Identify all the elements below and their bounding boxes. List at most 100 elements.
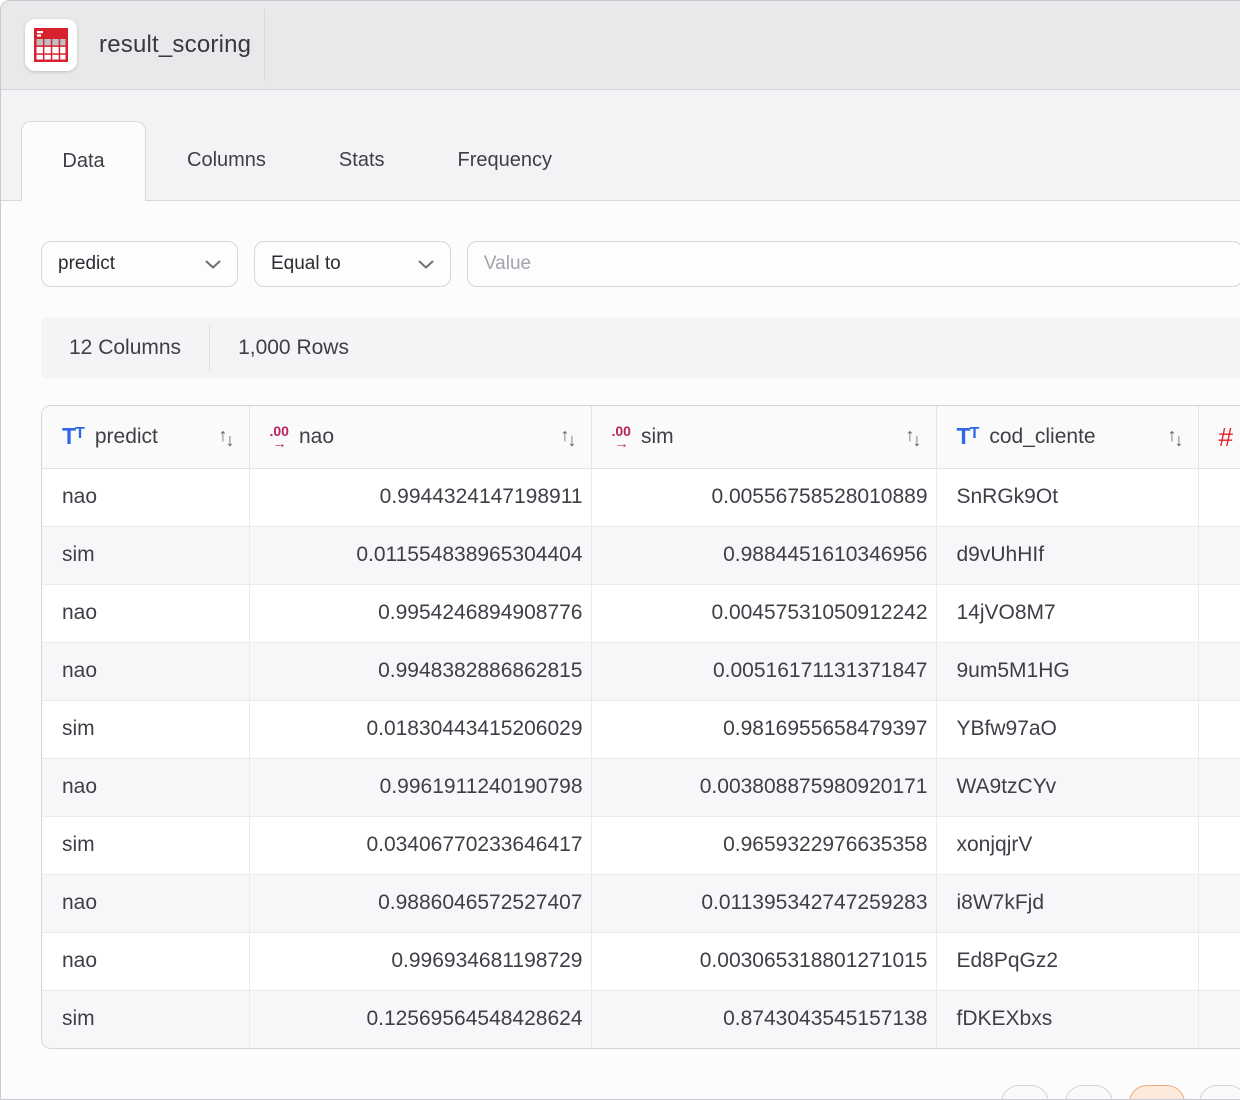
- table-row: sim0.0115548389653044040.988445161034695…: [42, 526, 1240, 584]
- table-cell: 0.8743043545157138: [591, 990, 936, 1048]
- column-header-label: sim: [641, 425, 674, 449]
- app-window: result_scoring Data Columns Stats Freque…: [0, 0, 1240, 1100]
- table-body: nao0.99443241471989110.00556758528010889…: [42, 468, 1240, 1048]
- column-header-nao[interactable]: .00→ nao ↑↓: [249, 406, 591, 468]
- table-cell: nao: [42, 584, 249, 642]
- table-cell: 0.003808875980920171: [591, 758, 936, 816]
- pagination-button[interactable]: [1001, 1085, 1049, 1100]
- table-cell: nao: [42, 468, 249, 526]
- table-row: nao0.99443241471989110.00556758528010889…: [42, 468, 1240, 526]
- table-cell-clipped: [1198, 990, 1240, 1048]
- column-header-predict[interactable]: TT predict ↑↓: [42, 406, 249, 468]
- sort-icon[interactable]: ↑↓: [561, 428, 577, 446]
- table-cell: nao: [42, 642, 249, 700]
- column-header-cod-cliente[interactable]: TT cod_cliente ↑↓: [936, 406, 1198, 468]
- filter-operator-select[interactable]: Equal to: [254, 241, 451, 287]
- table-cell: xonjqjrV: [936, 816, 1198, 874]
- table-cell: sim: [42, 700, 249, 758]
- page-title: result_scoring: [99, 31, 251, 59]
- decimal-type-icon: .00→: [612, 424, 631, 450]
- table-cell: YBfw97aO: [936, 700, 1198, 758]
- column-header-sim[interactable]: .00→ sim ↑↓: [591, 406, 936, 468]
- table-cell: 0.9884451610346956: [591, 526, 936, 584]
- table-cell: sim: [42, 526, 249, 584]
- table-cell: 9um5M1HG: [936, 642, 1198, 700]
- table-cell: WA9tzCYv: [936, 758, 1198, 816]
- table-cell: 0.9659322976635358: [591, 816, 936, 874]
- sort-icon[interactable]: ↑↓: [1168, 428, 1184, 446]
- sort-icon[interactable]: ↑↓: [219, 428, 235, 446]
- table-cell: d9vUhHIf: [936, 526, 1198, 584]
- table-cell: 0.011554838965304404: [249, 526, 591, 584]
- pagination-button-active[interactable]: [1129, 1085, 1185, 1100]
- table-row: nao0.9969346811987290.003065318801271015…: [42, 932, 1240, 990]
- table-header: TT predict ↑↓ .00→ nao ↑↓: [42, 406, 1240, 468]
- table-cell-clipped: [1198, 758, 1240, 816]
- table-row: nao0.98860465725274070.01139534274725928…: [42, 874, 1240, 932]
- row-count: 1,000 Rows: [210, 336, 377, 360]
- decimal-type-icon: .00→: [270, 424, 289, 450]
- titlebar: result_scoring: [1, 1, 1240, 90]
- table-cell-clipped: [1198, 700, 1240, 758]
- hash-icon: #: [1219, 424, 1233, 450]
- column-header-label: nao: [299, 425, 334, 449]
- table-cell: 0.9961911240190798: [249, 758, 591, 816]
- table-cell: 0.03406770233646417: [249, 816, 591, 874]
- table-cell: 0.9886046572527407: [249, 874, 591, 932]
- tab-columns[interactable]: Columns: [187, 120, 266, 200]
- filter-operator-value: Equal to: [271, 253, 341, 275]
- table-cell: 0.12569564548428624: [249, 990, 591, 1048]
- table-cell-clipped: [1198, 526, 1240, 584]
- table-cell: 0.01830443415206029: [249, 700, 591, 758]
- sort-icon[interactable]: ↑↓: [906, 428, 922, 446]
- table-cell: nao: [42, 874, 249, 932]
- table-cell: i8W7kFjd: [936, 874, 1198, 932]
- table-cell: Ed8PqGz2: [936, 932, 1198, 990]
- table-cell: 0.00516171131371847: [591, 642, 936, 700]
- summary-bar: 12 Columns 1,000 Rows: [41, 317, 1240, 379]
- table-cell: 0.003065318801271015: [591, 932, 936, 990]
- tab-bar: Data Columns Stats Frequency: [1, 90, 1240, 201]
- table-row: sim0.034067702336464170.9659322976635358…: [42, 816, 1240, 874]
- tab-frequency[interactable]: Frequency: [458, 120, 553, 200]
- pagination-button[interactable]: [1065, 1085, 1113, 1100]
- chevron-down-icon: [205, 260, 221, 269]
- table-cell: 0.9948382886862815: [249, 642, 591, 700]
- pagination-button[interactable]: [1199, 1085, 1240, 1100]
- table-cell: 0.9954246894908776: [249, 584, 591, 642]
- table-cell: 0.00457531050912242: [591, 584, 936, 642]
- table-cell: 14jVO8M7: [936, 584, 1198, 642]
- table-cell: 0.00556758528010889: [591, 468, 936, 526]
- chevron-down-icon: [418, 260, 434, 269]
- table-cell: 0.996934681198729: [249, 932, 591, 990]
- data-table: TT predict ↑↓ .00→ nao ↑↓: [41, 405, 1240, 1049]
- column-header-clipped[interactable]: #: [1198, 406, 1240, 468]
- table-cell-clipped: [1198, 642, 1240, 700]
- table-cell-clipped: [1198, 584, 1240, 642]
- table-cell: sim: [42, 990, 249, 1048]
- tab-frequency-label: Frequency: [458, 149, 553, 172]
- column-count: 12 Columns: [41, 336, 209, 360]
- table-cell: 0.011395342747259283: [591, 874, 936, 932]
- table-row: nao0.99483828868628150.00516171131371847…: [42, 642, 1240, 700]
- table-cell: SnRGk9Ot: [936, 468, 1198, 526]
- filter-row: predict Equal to: [41, 241, 1240, 287]
- tab-columns-label: Columns: [187, 149, 266, 172]
- tab-stats-label: Stats: [339, 149, 385, 172]
- table-grid-icon: [34, 28, 68, 62]
- table-cell: 0.9944324147198911: [249, 468, 591, 526]
- tab-data[interactable]: Data: [21, 121, 146, 201]
- table-row: nao0.99619112401907980.00380887598092017…: [42, 758, 1240, 816]
- column-header-label: cod_cliente: [989, 425, 1095, 449]
- table-cell: sim: [42, 816, 249, 874]
- tab-stats[interactable]: Stats: [339, 120, 385, 200]
- filter-column-select[interactable]: predict: [41, 241, 238, 287]
- table-row: nao0.99542468949087760.00457531050912242…: [42, 584, 1240, 642]
- titlebar-divider: [264, 9, 265, 81]
- text-type-icon: TT: [957, 425, 980, 448]
- table-row: sim0.125695645484286240.8743043545157138…: [42, 990, 1240, 1048]
- filter-value-input[interactable]: [467, 241, 1240, 287]
- table-cell: fDKEXbxs: [936, 990, 1198, 1048]
- pagination: [1, 1085, 1240, 1100]
- filter-column-value: predict: [58, 253, 115, 275]
